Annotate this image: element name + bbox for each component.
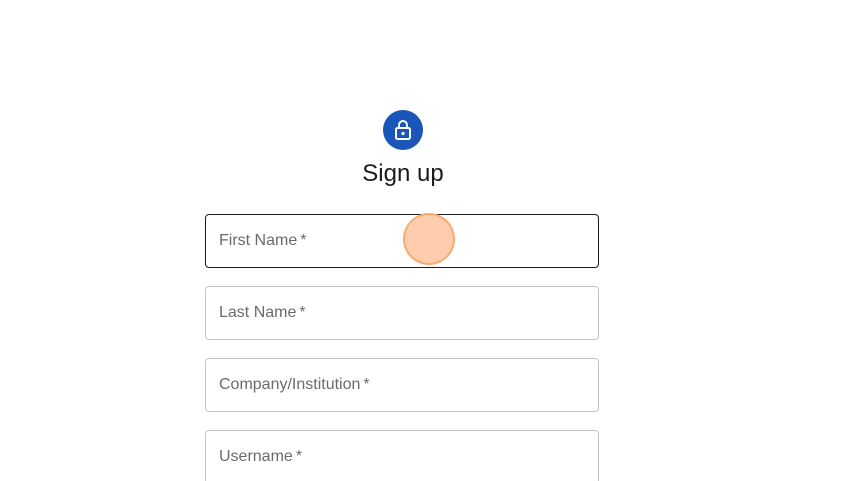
required-mark: * — [363, 376, 370, 393]
company-institution-field[interactable]: Company/Institution * — [205, 358, 599, 412]
first-name-label: First Name * — [219, 232, 307, 249]
company-institution-label: Company/Institution * — [219, 376, 370, 393]
lock-icon — [395, 120, 411, 140]
signup-page: Sign up First Name * Last Name * Company/I… — [0, 0, 860, 481]
required-mark: * — [300, 232, 307, 249]
first-name-field[interactable]: First Name * — [205, 214, 599, 268]
username-field[interactable]: Username * — [205, 430, 599, 481]
last-name-field[interactable]: Last Name * — [205, 286, 599, 340]
last-name-label: Last Name * — [219, 304, 306, 321]
required-mark: * — [299, 304, 306, 321]
page-title: Sign up — [362, 160, 444, 187]
required-mark: * — [295, 448, 303, 465]
username-label: Username * — [219, 448, 303, 465]
lock-avatar — [383, 110, 423, 150]
